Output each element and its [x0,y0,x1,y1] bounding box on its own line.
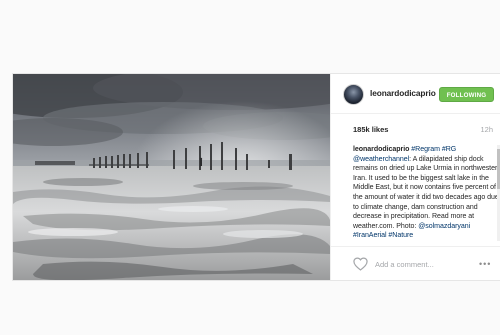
caption-trailing-hashtags[interactable]: #IranAerial #Nature [353,232,413,239]
post-photo[interactable] [13,74,330,280]
caption: leonardodicaprio #Regram #RG @weathercha… [353,145,500,243]
like-count[interactable]: 185k likes [353,125,388,134]
username-link[interactable]: leonardodicaprio [370,88,436,98]
following-button[interactable]: FOLLOWING [439,87,494,102]
more-options-icon[interactable]: ••• [479,260,495,269]
caption-text: : A dilapidated ship dock remains on dri… [353,155,500,230]
comment-bar: ••• [331,246,500,280]
heart-icon[interactable] [353,257,368,271]
post-timestamp: 12h [480,125,493,134]
caption-hashtags[interactable]: #Regram #RG [411,146,456,153]
caption-photo-credit[interactable]: @solmazdaryani [418,223,470,230]
instagram-post: leonardodicaprio FOLLOWING 185k likes 12… [12,73,500,281]
post-sidebar: leonardodicaprio FOLLOWING 185k likes 12… [330,74,500,280]
caption-username-link[interactable]: leonardodicaprio [353,146,409,153]
caption-mention[interactable]: @weatherchannel [353,156,409,163]
post-header: leonardodicaprio FOLLOWING [331,74,500,114]
avatar[interactable] [343,84,364,105]
comment-input[interactable] [375,256,475,272]
